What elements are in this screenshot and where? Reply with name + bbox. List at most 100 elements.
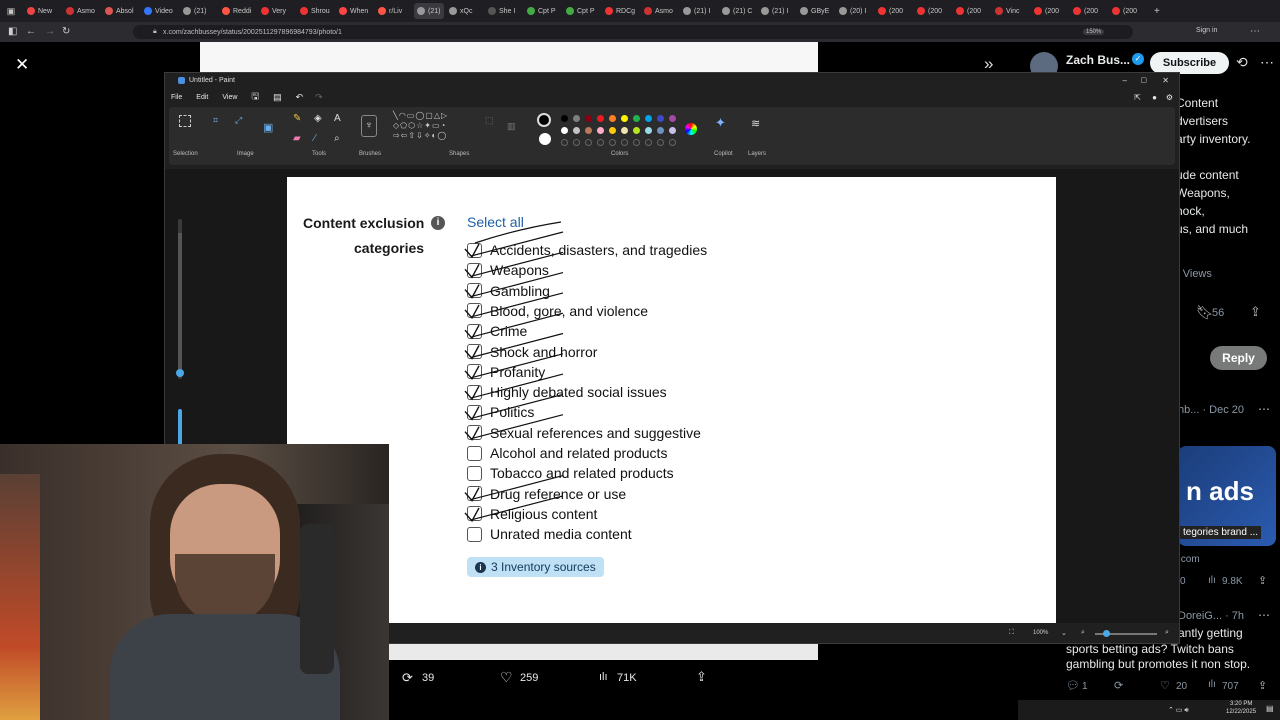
- close-icon[interactable]: ✕: [15, 55, 29, 75]
- category-item[interactable]: Crime: [467, 322, 527, 340]
- zoom-badge[interactable]: 150%: [1083, 29, 1105, 35]
- fill-icon[interactable]: ◈: [314, 113, 322, 124]
- custom-color-slot[interactable]: [657, 139, 664, 146]
- custom-color-slot[interactable]: [561, 139, 568, 146]
- share-icon[interactable]: ⇪: [1250, 304, 1261, 320]
- retweet-icon[interactable]: ⟳: [1114, 679, 1123, 692]
- color-swatch[interactable]: [657, 127, 664, 134]
- browser-tab[interactable]: (20) I: [836, 3, 873, 19]
- category-checkbox[interactable]: [467, 526, 482, 542]
- custom-color-slot[interactable]: [633, 139, 640, 146]
- forward-icon[interactable]: →: [45, 25, 55, 39]
- category-item[interactable]: Weapons: [467, 261, 549, 279]
- custom-color-slot[interactable]: [573, 139, 580, 146]
- browser-tab[interactable]: Reddi: [219, 3, 256, 19]
- sign-in-button[interactable]: Sign in: [1196, 27, 1217, 34]
- color-swatch[interactable]: [633, 127, 640, 134]
- secondary-color[interactable]: [539, 133, 551, 145]
- zoom-thumb[interactable]: [1103, 630, 1110, 637]
- menu-edit[interactable]: Edit: [196, 94, 208, 101]
- browser-tab[interactable]: GByE: [797, 3, 834, 19]
- color-swatch[interactable]: [585, 127, 592, 134]
- category-item[interactable]: Drug reference or use: [467, 485, 626, 503]
- category-item[interactable]: Unrated media content: [467, 525, 632, 543]
- color-swatch[interactable]: [561, 115, 568, 122]
- custom-color-slot[interactable]: [609, 139, 616, 146]
- category-checkbox[interactable]: [467, 283, 482, 299]
- minimize-icon[interactable]: –: [1123, 76, 1127, 85]
- copilot-icon[interactable]: ✦: [715, 115, 726, 131]
- inventory-sources-badge[interactable]: i 3 Inventory sources: [467, 557, 604, 577]
- new-tab-icon[interactable]: +: [1154, 6, 1160, 17]
- reload-icon[interactable]: ↻: [62, 25, 70, 39]
- more-icon[interactable]: ⋯: [1258, 402, 1270, 416]
- custom-color-slot[interactable]: [621, 139, 628, 146]
- browser-tab[interactable]: xQc: [446, 3, 483, 19]
- category-item[interactable]: Shock and horror: [467, 343, 597, 361]
- zoom-level[interactable]: 100%: [1033, 630, 1048, 636]
- browser-tab[interactable]: (21): [414, 3, 444, 19]
- like-icon[interactable]: ♡: [1160, 679, 1170, 692]
- brush-icon[interactable]: ♆: [361, 115, 377, 137]
- category-item[interactable]: Religious content: [467, 505, 597, 523]
- fill-style-icon[interactable]: ▥: [507, 121, 516, 132]
- category-checkbox[interactable]: [467, 445, 482, 461]
- category-item[interactable]: Accidents, disasters, and tragedies: [467, 241, 707, 259]
- custom-color-slot[interactable]: [585, 139, 592, 146]
- category-item[interactable]: Sexual references and suggestive: [467, 424, 701, 442]
- outline-icon[interactable]: ⬚: [485, 115, 494, 126]
- browser-tab[interactable]: Cpt P: [524, 3, 561, 19]
- color-swatch[interactable]: [609, 115, 616, 122]
- account-icon[interactable]: ●: [1152, 93, 1157, 102]
- reply-author[interactable]: hb... · Dec 20: [1178, 404, 1244, 416]
- category-checkbox[interactable]: [467, 364, 482, 380]
- chevron-down-icon[interactable]: ⌄: [1061, 629, 1067, 637]
- shapes-icon[interactable]: ╲◠▭◯▢△▷ ◇⬠⬡☆✦▭◔ ⇨⇦⇧⇩✧◐◯: [393, 111, 467, 141]
- color-swatch[interactable]: [645, 115, 652, 122]
- color-swatch[interactable]: [597, 127, 604, 134]
- browser-tab[interactable]: (21): [180, 3, 217, 19]
- menu-view[interactable]: View: [222, 94, 237, 101]
- browser-tab[interactable]: Asmo: [641, 3, 678, 19]
- category-item[interactable]: Alcohol and related products: [467, 444, 667, 462]
- opacity-slider[interactable]: [178, 409, 182, 449]
- color-swatch[interactable]: [633, 115, 640, 122]
- zoom-slider[interactable]: [1095, 630, 1157, 637]
- browser-tab[interactable]: (200: [914, 3, 951, 19]
- browser-tab[interactable]: (200: [1109, 3, 1146, 19]
- selection-icon[interactable]: [179, 115, 191, 127]
- browser-tab[interactable]: Shrou: [297, 3, 334, 19]
- browser-tab[interactable]: r/Liv: [375, 3, 412, 19]
- paint-canvas[interactable]: Content exclusion categories i Select al…: [287, 177, 1056, 623]
- info-icon[interactable]: i: [431, 216, 445, 230]
- browser-tab[interactable]: (21) C: [719, 3, 756, 19]
- browser-tab[interactable]: Absol: [102, 3, 139, 19]
- category-checkbox[interactable]: [467, 425, 482, 441]
- custom-color-slot[interactable]: [669, 139, 676, 146]
- category-checkbox[interactable]: [467, 323, 482, 339]
- reply2-author[interactable]: DoreiG... · 7h: [1178, 610, 1244, 622]
- color-swatch[interactable]: [573, 115, 580, 122]
- category-checkbox[interactable]: [467, 486, 482, 502]
- eraser-icon[interactable]: ▰: [293, 133, 301, 144]
- select-all-link[interactable]: Select all: [467, 214, 524, 230]
- crop-icon[interactable]: ⌗: [213, 115, 218, 126]
- resize-icon[interactable]: ⤢: [235, 115, 242, 126]
- views-link[interactable]: ‹ Views: [1176, 268, 1212, 280]
- grok-icon[interactable]: ⟲: [1236, 54, 1248, 71]
- color-swatch[interactable]: [621, 127, 628, 134]
- zoom-out-icon[interactable]: ⌕: [1081, 629, 1085, 637]
- image-icon[interactable]: ▣: [263, 121, 273, 134]
- category-checkbox[interactable]: [467, 242, 482, 258]
- fit-icon[interactable]: ⛶: [1009, 629, 1014, 637]
- color-swatch[interactable]: [573, 127, 580, 134]
- text-icon[interactable]: A: [334, 113, 341, 124]
- notification-icon[interactable]: ▤: [1266, 704, 1274, 713]
- category-item[interactable]: Tobacco and related products: [467, 464, 674, 482]
- category-item[interactable]: Gambling: [467, 282, 550, 300]
- browser-tab[interactable]: (200: [875, 3, 912, 19]
- color-swatch[interactable]: [657, 115, 664, 122]
- open-icon[interactable]: ▤: [273, 92, 282, 103]
- category-checkbox[interactable]: [467, 344, 482, 359]
- browser-tab[interactable]: New: [24, 3, 61, 19]
